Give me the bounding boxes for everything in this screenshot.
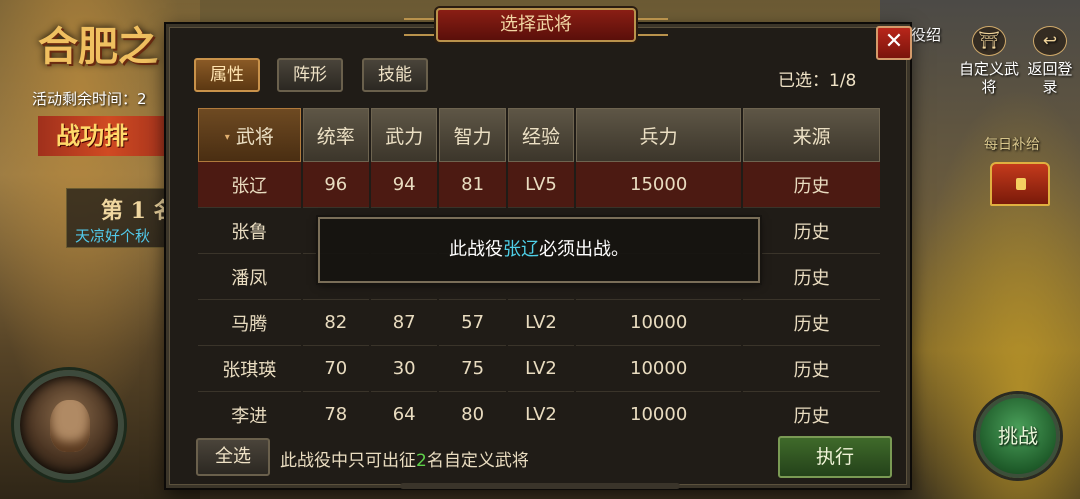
cell-source: 历史 xyxy=(743,300,880,346)
toast-prefix: 此战役 xyxy=(449,239,503,260)
cell-source: 历史 xyxy=(743,162,880,208)
tab-attributes[interactable]: 属性 xyxy=(194,58,260,92)
cell-troops: 10000 xyxy=(576,300,742,346)
tab-formation[interactable]: 阵形 xyxy=(277,58,343,92)
return-arrow-icon: ↩ xyxy=(1033,26,1067,56)
table-header-row: ▾ 武将 统率 武力 智力 经验 兵力 来源 xyxy=(198,108,880,162)
rank-banner[interactable]: 战功排 xyxy=(38,116,178,156)
cell-source: 历史 xyxy=(743,346,880,392)
toast-suffix: 必须出战。 xyxy=(539,239,629,260)
table-row[interactable]: 马腾 82 87 57 LV2 10000 历史 xyxy=(198,300,880,346)
event-timer-label: 活动剩余时间：2 xyxy=(32,90,147,108)
close-button[interactable]: ✕ xyxy=(876,26,912,60)
custom-general-button[interactable]: ⛩ 自定义武将 xyxy=(958,26,1020,96)
required-general-toast: 此战役张辽必须出战。 xyxy=(318,217,760,283)
back-to-login-button[interactable]: ↩ 返回登录 xyxy=(1024,26,1076,96)
challenge-button[interactable]: 挑战 xyxy=(976,394,1060,478)
cell-general-name: 潘凤 xyxy=(198,254,301,300)
cell-source: 历史 xyxy=(743,208,880,254)
column-header-experience[interactable]: 经验 xyxy=(507,108,575,162)
custom-general-label: 自定义武将 xyxy=(958,60,1019,96)
temple-icon: ⛩ xyxy=(972,26,1006,56)
cell-general-name: 张辽 xyxy=(198,162,301,208)
cell-intelligence: 75 xyxy=(439,346,506,392)
column-header-source[interactable]: 来源 xyxy=(743,108,880,162)
cell-troops: 10000 xyxy=(576,392,741,426)
column-header-command[interactable]: 统率 xyxy=(302,108,369,162)
cell-experience: LV2 xyxy=(507,346,575,392)
column-header-intelligence[interactable]: 智力 xyxy=(439,108,506,162)
cell-force: 87 xyxy=(371,300,438,346)
column-header-troops[interactable]: 兵力 xyxy=(576,108,742,162)
cell-experience: LV5 xyxy=(507,162,575,208)
cell-general-name: 张琪瑛 xyxy=(198,346,301,392)
general-portrait-avatar[interactable] xyxy=(14,370,124,480)
cell-force: 64 xyxy=(371,392,437,426)
cell-force: 30 xyxy=(371,346,438,392)
cell-force: 94 xyxy=(371,162,438,208)
tab-skills[interactable]: 技能 xyxy=(362,58,428,92)
table-row[interactable]: 张琪瑛 70 30 75 LV2 10000 历史 xyxy=(198,346,880,392)
cell-command: 78 xyxy=(303,392,369,426)
selected-count: 已选：1/8 xyxy=(778,71,857,91)
cell-general-name: 李进 xyxy=(198,392,301,427)
battle-intro-label: 役绍 xyxy=(910,26,941,44)
column-header-general-label: 武将 xyxy=(235,125,274,148)
battle-intro-button[interactable]: 役绍 xyxy=(908,26,944,44)
table-row[interactable]: 李进 78 64 80 LV2 10000 历史 xyxy=(198,392,880,426)
event-title: 合肥之 xyxy=(38,23,158,70)
execute-button[interactable]: 执行 xyxy=(778,436,892,478)
dialog-title: 选择武将 xyxy=(404,8,668,42)
cell-command: 96 xyxy=(302,162,369,208)
select-all-button[interactable]: 全选 xyxy=(196,438,270,476)
cell-intelligence: 81 xyxy=(439,162,506,208)
column-header-general[interactable]: ▾ 武将 xyxy=(198,108,301,162)
toast-general-name: 张辽 xyxy=(503,239,539,260)
cell-command: 82 xyxy=(302,300,369,346)
table-row[interactable]: 张辽 96 94 81 LV5 15000 历史 xyxy=(198,162,880,208)
cell-intelligence: 80 xyxy=(439,392,505,426)
cell-intelligence: 57 xyxy=(439,300,506,346)
scroll-indicator xyxy=(400,483,680,489)
cell-source: 历史 xyxy=(743,254,880,300)
cell-source: 历史 xyxy=(743,392,880,427)
cell-general-name: 张鲁 xyxy=(198,208,301,254)
sort-arrow-icon: ▾ xyxy=(224,131,230,143)
cell-command: 70 xyxy=(302,346,369,392)
daily-supply-label: 每日补给 xyxy=(984,137,1040,153)
back-to-login-label: 返回登录 xyxy=(1027,60,1073,96)
note-prefix: 此战役中只可出征 xyxy=(280,451,416,471)
cell-experience: LV2 xyxy=(508,392,574,426)
column-header-force[interactable]: 武力 xyxy=(371,108,438,162)
cell-experience: LV2 xyxy=(507,300,575,346)
custom-general-limit-note: 此战役中只可出征2名自定义武将 xyxy=(280,446,529,471)
cell-troops: 10000 xyxy=(576,346,742,392)
cell-troops: 15000 xyxy=(576,162,742,208)
treasure-chest-icon[interactable] xyxy=(990,162,1050,206)
note-suffix: 名自定义武将 xyxy=(426,451,529,471)
note-count: 2 xyxy=(416,451,427,471)
cell-general-name: 马腾 xyxy=(198,300,301,346)
